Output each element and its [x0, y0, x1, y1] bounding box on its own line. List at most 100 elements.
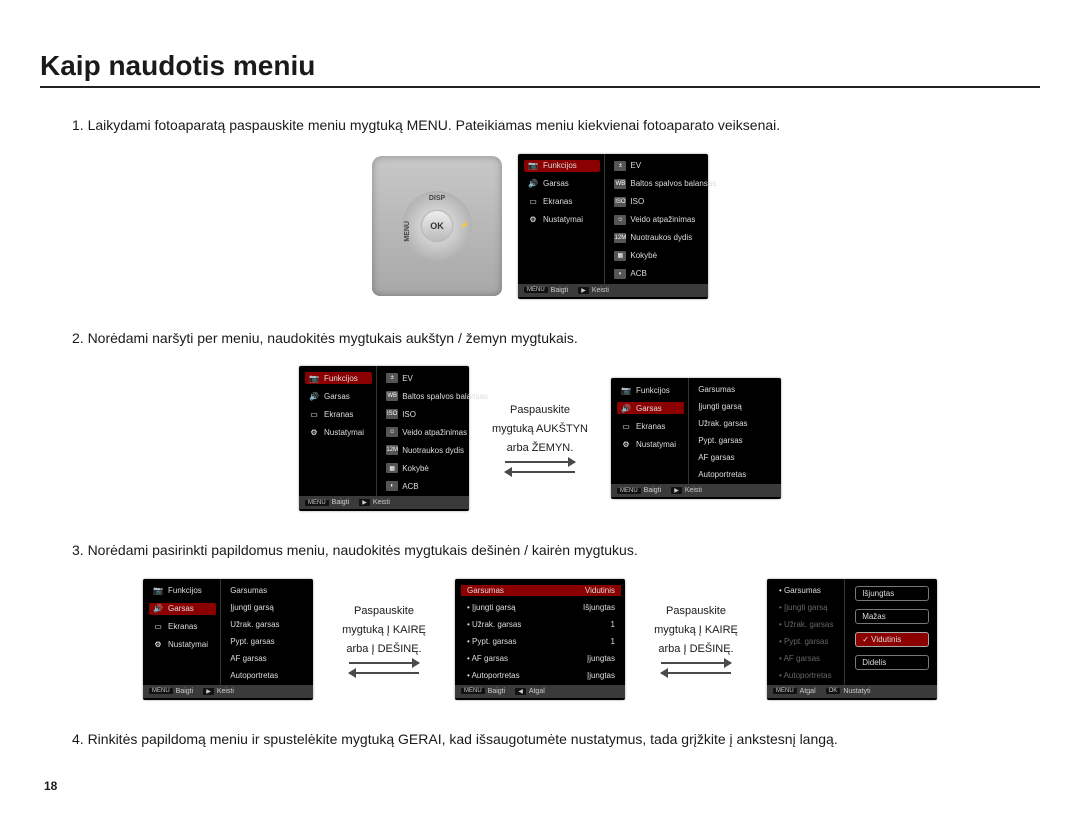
submenu-item: Pypt. garsas [227, 636, 309, 647]
step-4-text: 4. Rinkitės papildomą meniu ir spustelėk… [72, 730, 1040, 750]
disp-label: DISP [429, 195, 445, 202]
menu-screen-options: • Garsumas • Įjungti garsą • Užrak. gars… [767, 579, 937, 700]
gear-icon: ⚙ [152, 640, 164, 650]
footer-change: Keisti [592, 287, 609, 294]
row: • AF garsasĮjungtas [461, 653, 621, 664]
option-selected: ✓ Vidutinis [855, 632, 929, 647]
step-3-text: 3. Norėdami pasirinkti papildomus meniu,… [72, 541, 1040, 561]
wb-icon: WB [614, 179, 626, 189]
acb-icon: ◐ [386, 481, 398, 491]
quality-icon: ▦ [614, 251, 626, 261]
option: Išjungtas [855, 586, 929, 601]
menu-item: 🔊Garsas [617, 402, 684, 414]
row: • Užrak. garsas1 [461, 619, 621, 630]
menu-item-garsas: 🔊Garsas [524, 178, 600, 190]
face-icon: ☺ [386, 427, 398, 437]
caption-line: arba ŽEMYN. [507, 442, 574, 455]
speaker-icon: 🔊 [527, 179, 539, 189]
gear-icon: ⚙ [620, 439, 632, 449]
camera-icon: 📷 [620, 385, 632, 395]
menu-item: ⚙Nustatymai [149, 639, 216, 651]
submenu-item: Autoportretas [227, 670, 309, 681]
menu-item: ▭Ekranas [149, 621, 216, 633]
speaker-icon: 🔊 [620, 403, 632, 413]
row: • Įjungti garsąIšjungtas [461, 602, 621, 613]
camera-icon: 📷 [152, 586, 164, 596]
play-tag: ▶ [578, 287, 589, 294]
menu-screen-garsas: 📷Funkcijos 🔊Garsas ▭Ekranas ⚙Nustatymai … [611, 378, 781, 499]
menu-item: ▭Ekranas [617, 420, 684, 432]
ev-icon: ± [614, 161, 626, 171]
row: • Pypt. garsas1 [461, 636, 621, 647]
screen-icon: ▭ [308, 409, 320, 419]
step-3-graphics: 📷Funkcijos 🔊Garsas ▭Ekranas ⚙Nustatymai … [40, 579, 1040, 700]
page-title: Kaip naudotis meniu [40, 50, 1040, 88]
size-icon: 12M [614, 233, 626, 243]
arrow-left-icon [349, 672, 419, 674]
submenu-item: Garsumas [227, 585, 309, 596]
row: • Garsumas [773, 585, 840, 596]
arrow-left-icon [661, 672, 731, 674]
size-icon: 12M [386, 445, 398, 455]
updown-caption: Paspauskite mygtuką AUKŠTYN arba ŽEMYN. [485, 404, 595, 474]
option: Mažas [855, 609, 929, 624]
submenu-quality: ▦Kokybė [611, 250, 719, 262]
step-1-graphics: DISP MENU ⚡ OK 📷Funkcijos 🔊Garsas ▭Ekran… [40, 154, 1040, 299]
menu-item: 🔊Garsas [149, 603, 216, 615]
submenu-item: AF garsas [695, 452, 777, 463]
camera-device: DISP MENU ⚡ OK [372, 156, 502, 296]
ev-icon: ± [386, 373, 398, 383]
submenu-wb: WBBaltos spalvos balansas [611, 178, 719, 190]
row: • AF garsas [773, 653, 840, 664]
camera-icon: 📷 [308, 373, 320, 383]
footer-exit: Baigti [551, 287, 569, 294]
quality-icon: ▦ [386, 463, 398, 473]
caption-line: Paspauskite [510, 404, 570, 417]
submenu-item: ◐ACB [383, 480, 491, 492]
submenu-item: Užrak. garsas [227, 619, 309, 630]
caption-line: mygtuką AUKŠTYN [492, 423, 588, 436]
flash-icon: ⚡ [460, 221, 469, 229]
menu-item: ⚙Nustatymai [617, 438, 684, 450]
menu-label: MENU [404, 221, 411, 242]
submenu-item: ▦Kokybė [383, 462, 491, 474]
iso-icon: ISO [614, 197, 626, 207]
arrow-left-icon [505, 471, 575, 473]
leftright-caption-2: Paspauskite mygtuką Į KAIRĘ arba Į DEŠIN… [641, 605, 751, 675]
submenu-size: 12MNuotraukos dydis [611, 232, 719, 244]
menu-item: ▭Ekranas [305, 408, 372, 420]
row: • AutoportretasĮjungtas [461, 670, 621, 681]
submenu-item: ISOISO [383, 408, 491, 420]
submenu-item: Įjungti garsą [695, 401, 777, 412]
submenu-item: Garsumas [695, 384, 777, 395]
submenu-item: Autoportretas [695, 469, 777, 480]
face-icon: ☺ [614, 215, 626, 225]
menu-screen-garsas-2: 📷Funkcijos 🔊Garsas ▭Ekranas ⚙Nustatymai … [143, 579, 313, 700]
menu-item-funkcijos: 📷Funkcijos [524, 160, 600, 172]
row-garsumas: GarsumasVidutinis [461, 585, 621, 596]
submenu-item: Užrak. garsas [695, 418, 777, 429]
wb-icon: WB [386, 391, 398, 401]
menu-item-ekranas: ▭Ekranas [524, 196, 600, 208]
speaker-icon: 🔊 [152, 604, 164, 614]
menu-item: 📷Funkcijos [617, 384, 684, 396]
menu-tag: MENU [524, 287, 548, 293]
row: • Užrak. garsas [773, 619, 840, 630]
submenu-item: AF garsas [227, 653, 309, 664]
submenu-item: ±EV [383, 372, 491, 384]
step-2-text: 2. Norėdami naršyti per meniu, naudokitė… [72, 329, 1040, 349]
menu-item: 🔊Garsas [305, 390, 372, 402]
menu-item: 📷Funkcijos [305, 372, 372, 384]
speaker-icon: 🔊 [308, 391, 320, 401]
submenu-item: Įjungti garsą [227, 602, 309, 613]
step-1-text: 1. Laikydami fotoaparatą paspauskite men… [72, 116, 1040, 136]
leftright-caption-1: Paspauskite mygtuką Į KAIRĘ arba Į DEŠIN… [329, 605, 439, 675]
menu-screen-functions: 📷Funkcijos 🔊Garsas ▭Ekranas ⚙Nustatymai … [518, 154, 708, 299]
menu-screen-values: GarsumasVidutinis • Įjungti garsąIšjungt… [455, 579, 625, 700]
acb-icon: ◐ [614, 269, 626, 279]
row: • Įjungti garsą [773, 602, 840, 613]
submenu-ev: ±EV [611, 160, 719, 172]
row: • Pypt. garsas [773, 636, 840, 647]
dpad: DISP MENU ⚡ OK [402, 191, 472, 261]
arrow-right-icon [661, 662, 731, 664]
